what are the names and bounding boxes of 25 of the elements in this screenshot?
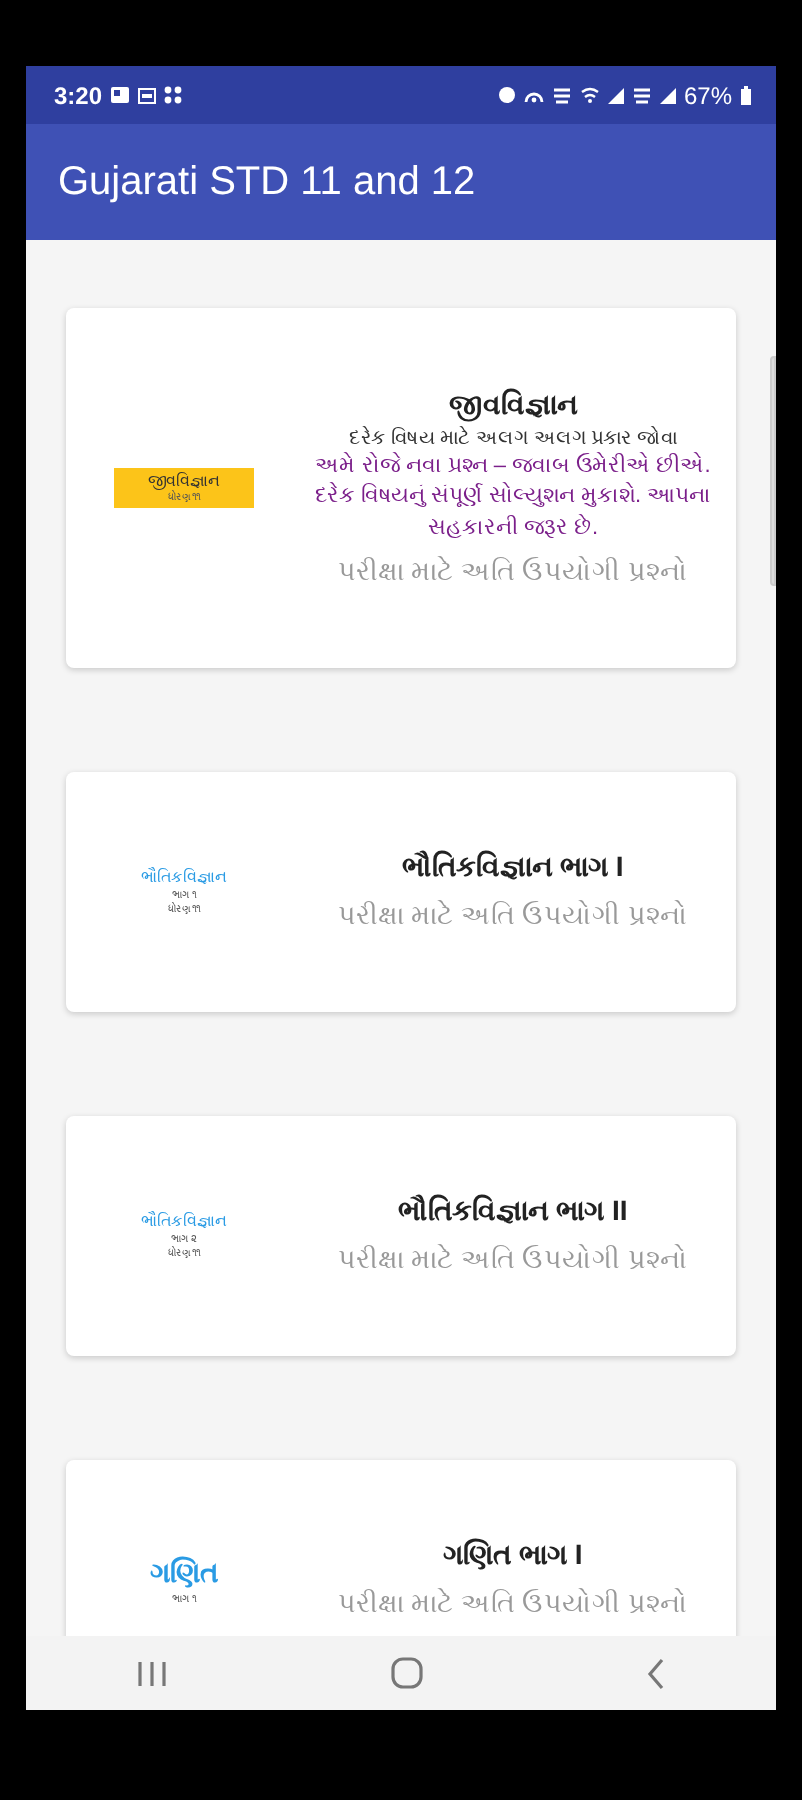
apps-icon — [164, 86, 183, 104]
battery-percent: 67% — [683, 79, 732, 113]
home-icon[interactable] — [389, 1656, 424, 1690]
battery-icon — [740, 85, 752, 105]
card-subtitle: પરીક્ષા માટે અતિ ઉપયોગી પ્રશ્નો — [335, 1586, 690, 1623]
card-title: ગણિત ભાગ I — [441, 1536, 585, 1575]
card-notice: અમે રોજે નવા પ્રશ્ન – જવાબ ઉમેરીએ છીએ. દરેક વિષયનું સંપૂર્ણ સોલ્યુશન મુકાશે. આપના સહકારની જરૂર છે. — [312, 451, 714, 544]
card-title: ભૌતિકવિજ્ઞાન ભાગ II — [396, 1192, 630, 1231]
card-subtitle: પરીક્ષા માટે અતિ ઉપયોગી પ્રશ્નો — [335, 1242, 690, 1279]
signal-icon — [607, 86, 624, 104]
edge-panel-handle[interactable] — [770, 356, 776, 586]
recent-apps-icon[interactable] — [136, 1659, 169, 1687]
thumbnail-title: ભૌતિકવિજ્ઞાન — [141, 865, 227, 889]
card-title: ભૌતિકવિજ્ઞાન ભાગ I — [400, 848, 626, 887]
card-subtitle: પરીક્ષા માટે અતિ ઉપયોગી પ્રશ્નો — [335, 898, 690, 935]
thumbnail-title: ગણિત — [150, 1553, 218, 1592]
status-time: 3:20 — [54, 79, 103, 113]
thumbnail-title: ભૌતિકવિજ્ઞાન — [141, 1209, 227, 1233]
wifi-icon — [579, 86, 600, 104]
back-icon[interactable] — [645, 1657, 666, 1689]
card-subtitle: પરીક્ષા માટે અતિ ઉપયોગી પ્રશ્નો — [335, 553, 690, 590]
signal-icon — [659, 86, 676, 104]
app-title: Gujarati STD 11 and 12 — [58, 158, 476, 208]
card-note: દરેક વિષય માટે અલગ અલગ પ્રકાર જોવા — [347, 425, 679, 452]
card-title: જીવવિજ્ઞાન — [447, 385, 580, 426]
